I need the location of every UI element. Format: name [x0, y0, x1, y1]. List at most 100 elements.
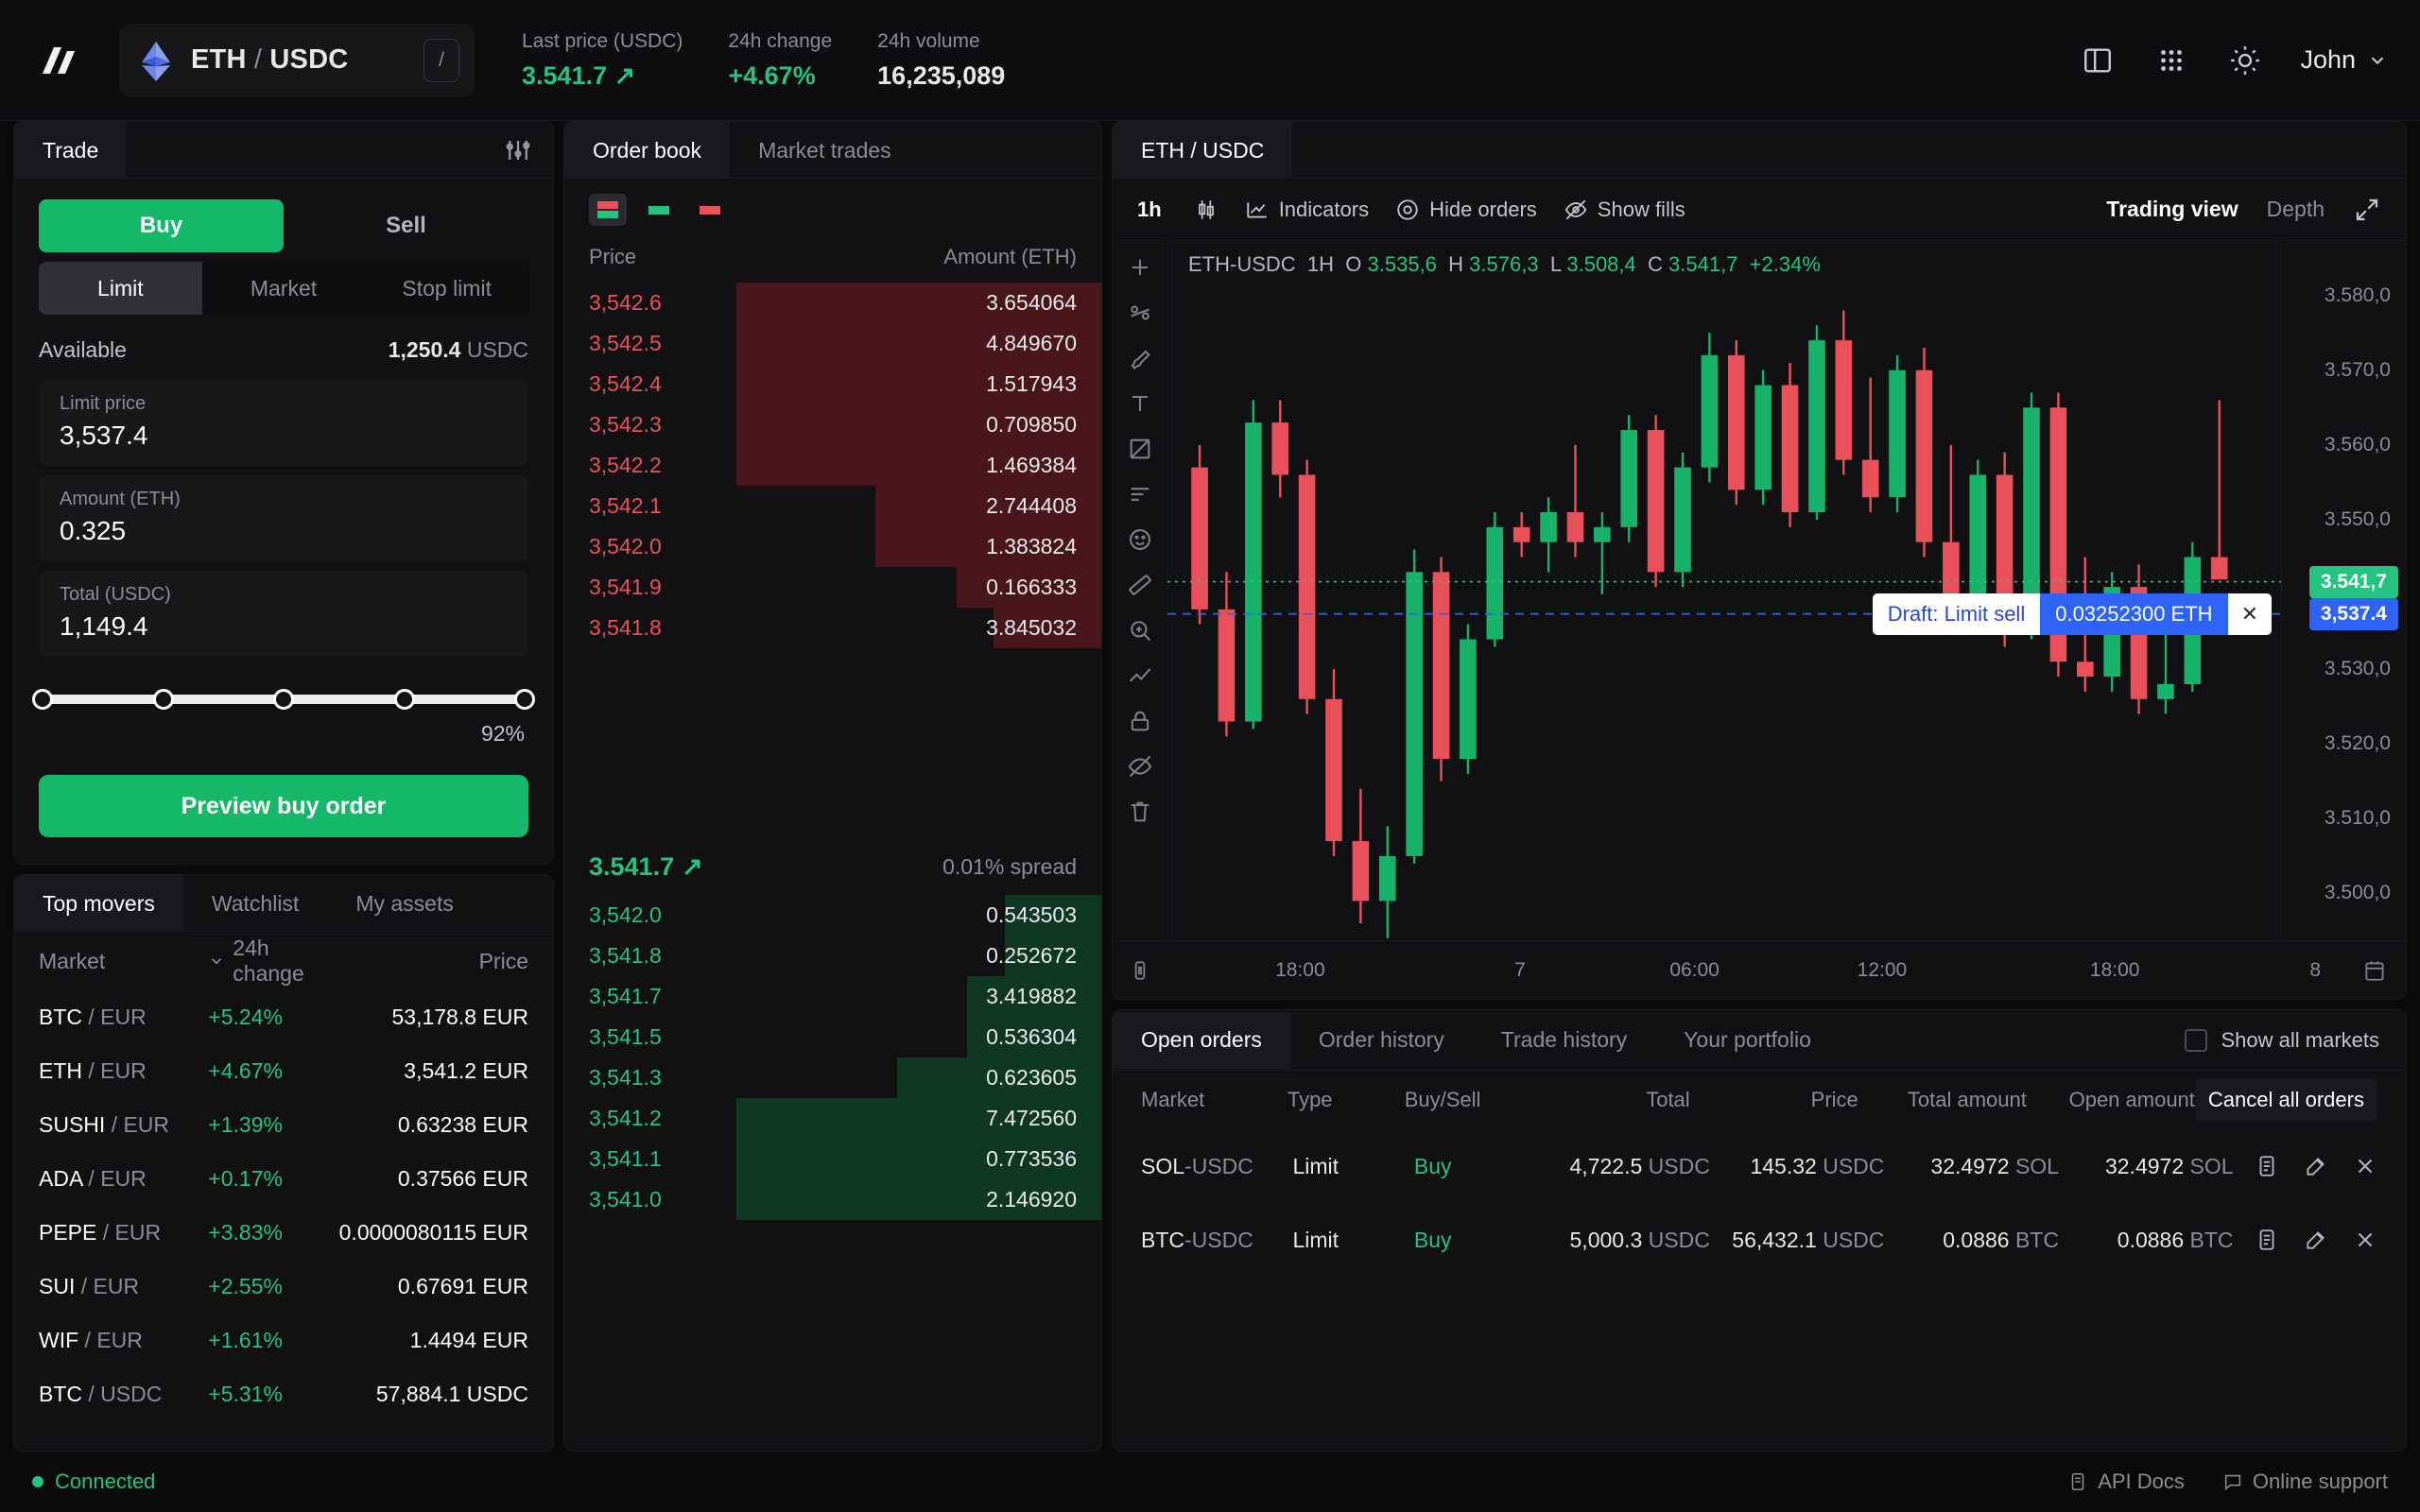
- list-item[interactable]: WIF / EUR +1.61% 1.4494 EUR: [14, 1314, 553, 1367]
- details-icon[interactable]: [2255, 1154, 2279, 1178]
- chart-view-trading[interactable]: Trading view: [2106, 197, 2238, 222]
- orderbook-bid-row[interactable]: 3,541.73.419882: [564, 976, 1101, 1017]
- orderbook-ask-row[interactable]: 3,542.63.654064: [564, 283, 1101, 323]
- orderbook-ask-row[interactable]: 3,541.90.166333: [564, 567, 1101, 608]
- cancel-icon[interactable]: [2353, 1228, 2377, 1252]
- tab-top-movers[interactable]: Top movers: [14, 875, 183, 932]
- edit-icon[interactable]: [2304, 1154, 2328, 1178]
- tab-trade[interactable]: Trade: [14, 122, 127, 179]
- orderbook-bid-row[interactable]: 3,541.50.536304: [564, 1017, 1101, 1057]
- order-type-market[interactable]: Market: [202, 262, 366, 315]
- slider-stop-25[interactable]: [153, 689, 174, 710]
- indicators-button[interactable]: Indicators: [1245, 198, 1369, 222]
- slider-stop-50[interactable]: [273, 689, 294, 710]
- candlestick-chart[interactable]: ETH-USDC 1H O 3.535,6 H 3.576,3 L 3.508,…: [1167, 241, 2281, 940]
- logo-icon[interactable]: [26, 31, 85, 90]
- trend-icon[interactable]: [1127, 662, 1153, 689]
- magnet-icon[interactable]: [1127, 300, 1153, 326]
- slider-handle[interactable]: [514, 689, 535, 710]
- zoom-in-icon[interactable]: [1127, 617, 1153, 644]
- tab-order-book[interactable]: Order book: [564, 122, 730, 179]
- orderbook-ask-row[interactable]: 3,542.54.849670: [564, 323, 1101, 364]
- orderbook-ask-row[interactable]: 3,542.41.517943: [564, 364, 1101, 404]
- orderbook-ask-row[interactable]: 3,542.01.383824: [564, 526, 1101, 567]
- list-item[interactable]: SUSHI / EUR +1.39% 0.63238 EUR: [14, 1098, 553, 1152]
- sell-tab[interactable]: Sell: [284, 199, 528, 252]
- edit-icon[interactable]: [2304, 1228, 2328, 1252]
- orderbook-bid-row[interactable]: 3,541.80.252672: [564, 936, 1101, 976]
- sun-theme-icon[interactable]: [2226, 42, 2264, 79]
- both-sides-icon[interactable]: [589, 194, 627, 226]
- emoji-icon[interactable]: [1127, 526, 1153, 553]
- online-support-link[interactable]: Online support: [2222, 1469, 2388, 1494]
- orderbook-bid-row[interactable]: 3,541.30.623605: [564, 1057, 1101, 1098]
- list-item[interactable]: BTC / USDC +5.31% 57,884.1 USDC: [14, 1367, 553, 1421]
- order-type-limit[interactable]: Limit: [39, 262, 202, 315]
- slider-stop-75[interactable]: [394, 689, 415, 710]
- column-24h-change[interactable]: 24h change: [208, 936, 334, 987]
- total-field[interactable]: Total (USDC) 1,149.4: [39, 571, 528, 657]
- expand-icon[interactable]: [2353, 196, 2381, 224]
- order-type-stop-limit[interactable]: Stop limit: [365, 262, 528, 315]
- crosshair-plus-icon[interactable]: [1127, 254, 1153, 281]
- chart-view-depth[interactable]: Depth: [2267, 197, 2325, 222]
- orderbook-bid-row[interactable]: 3,541.27.472560: [564, 1098, 1101, 1139]
- amount-slider[interactable]: 92%: [39, 666, 528, 750]
- hide-orders-button[interactable]: Hide orders: [1395, 198, 1537, 222]
- timeframe-selector[interactable]: 1h: [1137, 198, 1167, 222]
- time-axis[interactable]: 18:00 7 06:00 12:00 18:00 8: [1113, 940, 2406, 999]
- list-item[interactable]: ETH / EUR +4.67% 3,541.2 EUR: [14, 1044, 553, 1098]
- market-selector[interactable]: ETH / USDC /: [119, 24, 475, 97]
- tab-trade-history[interactable]: Trade history: [1473, 1012, 1655, 1069]
- details-icon[interactable]: [2255, 1228, 2279, 1252]
- list-item[interactable]: ADA / EUR +0.17% 0.37566 EUR: [14, 1152, 553, 1206]
- lock-icon[interactable]: [1127, 708, 1153, 734]
- cancel-all-orders-button[interactable]: Cancel all orders: [2195, 1078, 2377, 1122]
- layout-panel-icon[interactable]: [2079, 42, 2117, 79]
- orderbook-ask-row[interactable]: 3,542.30.709850: [564, 404, 1101, 445]
- show-fills-button[interactable]: Show fills: [1564, 198, 1685, 222]
- tab-market-trades[interactable]: Market trades: [730, 122, 920, 179]
- cancel-icon[interactable]: [2353, 1154, 2377, 1178]
- sliders-icon[interactable]: [504, 122, 553, 178]
- preview-buy-order-button[interactable]: Preview buy order: [39, 775, 528, 837]
- collapse-icon[interactable]: [1128, 958, 1152, 983]
- asks-only-icon[interactable]: [691, 194, 729, 226]
- amount-input[interactable]: 0.325: [60, 516, 508, 546]
- bids-only-icon[interactable]: [640, 194, 678, 226]
- orderbook-bid-row[interactable]: 3,541.10.773536: [564, 1139, 1101, 1179]
- limit-price-field[interactable]: Limit price 3,537.4: [39, 380, 528, 466]
- orderbook-bid-row[interactable]: 3,541.02.146920: [564, 1179, 1101, 1220]
- orderbook-ask-row[interactable]: 3,542.12.744408: [564, 486, 1101, 526]
- orderbook-ask-row[interactable]: 3,542.21.469384: [564, 445, 1101, 486]
- ruler-icon[interactable]: [1127, 572, 1153, 598]
- list-item[interactable]: PEPE / EUR +3.83% 0.0000080115 EUR: [14, 1206, 553, 1260]
- tab-chart-pair[interactable]: ETH / USDC: [1113, 122, 1292, 179]
- list-item[interactable]: SUI / EUR +2.55% 0.67691 EUR: [14, 1260, 553, 1314]
- list-item[interactable]: BTC / EUR +5.24% 53,178.8 EUR: [14, 990, 553, 1044]
- user-menu[interactable]: John: [2300, 45, 2388, 75]
- tab-watchlist[interactable]: Watchlist: [183, 875, 327, 932]
- trash-icon[interactable]: [1127, 799, 1153, 825]
- eye-off-icon[interactable]: [1127, 753, 1153, 780]
- slider-stop-0[interactable]: [32, 689, 53, 710]
- tab-my-assets[interactable]: My assets: [327, 875, 482, 932]
- show-all-markets-checkbox[interactable]: [2185, 1029, 2207, 1052]
- tab-your-portfolio[interactable]: Your portfolio: [1655, 1012, 1840, 1069]
- measure-icon[interactable]: [1127, 481, 1153, 507]
- show-all-markets-toggle[interactable]: Show all markets: [2185, 1028, 2406, 1053]
- price-axis[interactable]: 3.580,03.570,03.560,03.550,03.530,03.520…: [2281, 241, 2406, 940]
- amount-field[interactable]: Amount (ETH) 0.325: [39, 475, 528, 561]
- table-row[interactable]: BTC-USDC Limit Buy 5,000.3 USDC 56,432.1…: [1113, 1203, 2406, 1277]
- table-row[interactable]: SOL-USDC Limit Buy 4,722.5 USDC 145.32 U…: [1113, 1129, 2406, 1203]
- slider-track[interactable]: [43, 695, 525, 704]
- tab-open-orders[interactable]: Open orders: [1113, 1012, 1290, 1069]
- tab-order-history[interactable]: Order history: [1290, 1012, 1473, 1069]
- text-icon[interactable]: [1127, 390, 1153, 417]
- close-icon[interactable]: ✕: [2228, 602, 2272, 627]
- shapes-icon[interactable]: [1127, 436, 1153, 462]
- orderbook-bid-row[interactable]: 3,542.00.543503: [564, 895, 1101, 936]
- buy-tab[interactable]: Buy: [39, 199, 284, 252]
- grid-apps-icon[interactable]: [2152, 42, 2190, 79]
- candlestick-icon[interactable]: [1194, 198, 1219, 222]
